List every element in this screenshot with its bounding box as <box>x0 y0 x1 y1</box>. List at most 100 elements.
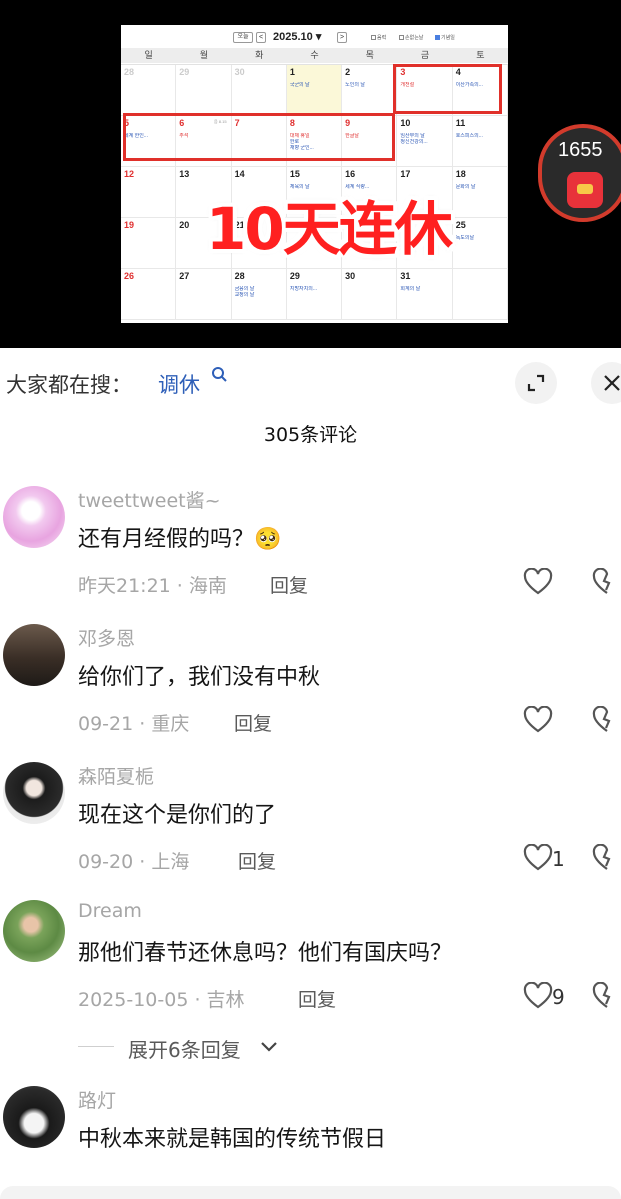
calendar-day-number: 19 <box>124 220 135 230</box>
calendar-event: 정신건강의... <box>400 139 428 145</box>
calendar-image: 오늘 < 2025.10 ▾ > 음력 손없는날 기념일 일월화수목금토 28 2… <box>121 25 508 323</box>
avatar[interactable] <box>3 486 65 548</box>
comment-item: 路灯 中秋本来就是韩国的传统节假日 <box>0 1086 621 1186</box>
calendar-day-number: 30 <box>234 67 245 77</box>
calendar-day-number: 10 <box>400 118 411 128</box>
highlight-box <box>123 113 395 161</box>
calendar-day: 28 <box>121 65 177 116</box>
video-player[interactable]: 오늘 < 2025.10 ▾ > 음력 손없는날 기념일 일월화수목금토 28 2… <box>0 0 621 348</box>
calendar-option: 기념일 <box>435 34 455 41</box>
calendar-weekday: 금 <box>420 50 430 60</box>
broken-heart-icon <box>592 567 611 594</box>
calendar-day-number: 29 <box>289 271 300 281</box>
dislike-button[interactable] <box>592 567 621 600</box>
comment-author[interactable]: Dream <box>78 900 142 922</box>
calendar-prev: < <box>256 32 266 43</box>
avatar[interactable] <box>3 900 65 962</box>
comment-item: 森陌夏栀 现在这个是你们的了 09-20 · 上海 回复 1 <box>0 762 621 892</box>
search-suggestion-link[interactable]: 调休 <box>158 369 200 399</box>
calendar-event: 회계의 날 <box>400 286 421 292</box>
calendar-day: 12 <box>121 167 177 218</box>
calendar-day: 10 임산부의 날 정신건강의... <box>397 116 453 167</box>
comment-meta: 2025-10-05 · 吉林 <box>78 989 245 1011</box>
calendar-day: 26 <box>121 269 177 320</box>
like-button[interactable] <box>508 706 568 738</box>
overlay-caption: 10天连休 <box>206 195 453 263</box>
calendar-weekday-header: 일월화수목금토 <box>121 48 508 63</box>
calendar-day: 18 문화의 날 <box>452 167 508 218</box>
like-button[interactable] <box>508 568 568 600</box>
comment-author[interactable]: 森陌夏栀 <box>78 762 154 789</box>
calendar-weekday: 목 <box>365 50 374 60</box>
broken-heart-icon <box>592 705 611 732</box>
expand-icon <box>527 374 545 392</box>
calendar-event: 호스피스의... <box>455 133 483 139</box>
comment-item: 邓多恩 给你们了，我们没有中秋 09-21 · 重庆 回复 <box>0 624 621 754</box>
expand-button[interactable] <box>515 362 557 404</box>
calendar-day: 29 지방자치의... <box>286 269 343 320</box>
comment-text: 给你们了，我们没有中秋 <box>78 665 321 690</box>
heart-icon <box>523 706 553 733</box>
like-count: 1 <box>552 847 565 871</box>
calendar-event: 지방자치의... <box>289 286 318 292</box>
calendar-event: 교정의 날 <box>234 292 255 298</box>
comment-author[interactable]: tweettweet酱~ <box>78 486 221 513</box>
calendar-day: 2 노인의 날 <box>342 65 398 116</box>
calendar-next: > <box>337 32 347 43</box>
like-button[interactable]: 1 <box>508 844 568 876</box>
calendar-weekday: 월 <box>199 50 209 60</box>
calendar-day-number: 17 <box>400 169 411 179</box>
avatar[interactable] <box>3 1086 65 1148</box>
dislike-button[interactable] <box>592 981 621 1014</box>
comment-item: Dream 那他们春节还休息吗？他们有国庆吗？ 2025-10-05 · 吉林 … <box>0 900 621 1030</box>
highlight-box <box>393 64 502 114</box>
close-button[interactable] <box>591 362 621 404</box>
reply-button[interactable]: 回复 <box>238 847 276 874</box>
avatar[interactable] <box>3 762 65 824</box>
heart-icon <box>523 844 553 871</box>
red-packet-widget[interactable]: 1655 <box>538 124 621 222</box>
dislike-button[interactable] <box>592 705 621 738</box>
comment-text: 还有月经假的吗？🥺 <box>78 527 282 552</box>
comment-text: 现在这个是你们的了 <box>78 803 277 828</box>
calendar-day-number: 26 <box>124 271 135 281</box>
reply-button[interactable]: 回复 <box>298 985 336 1012</box>
calendar-day: 29 <box>176 65 232 116</box>
calendar-today-button: 오늘 <box>233 32 253 43</box>
red-packet-icon <box>567 172 603 208</box>
like-button[interactable]: 9 <box>508 982 568 1014</box>
reply-button[interactable]: 回复 <box>270 571 308 598</box>
comment-text: 那他们春节还休息吗？他们有国庆吗？ <box>78 941 453 966</box>
comment-input-bar[interactable] <box>0 1186 621 1199</box>
calendar-day: 28 금융의 날 교정의 날 <box>231 269 287 320</box>
calendar-weekday: 수 <box>310 50 319 60</box>
avatar[interactable] <box>3 624 65 686</box>
calendar-day-number: 30 <box>345 271 356 281</box>
comment-meta: 09-21 · 重庆 <box>78 713 190 735</box>
calendar-day-number: 31 <box>400 271 411 281</box>
calendar-day: 19 <box>121 218 177 269</box>
chevron-down-icon <box>261 1042 277 1052</box>
calendar-day: 25 독도의날 <box>452 218 508 269</box>
calendar-month: 2025.10 ▾ <box>273 31 322 43</box>
calendar-event: 노인의 날 <box>345 82 365 88</box>
broken-heart-icon <box>592 843 611 870</box>
heart-icon <box>523 568 553 595</box>
calendar-day-number: 28 <box>124 67 135 77</box>
comment-meta: 昨天21:21 · 海南 <box>78 575 227 597</box>
calendar-day: 30 <box>231 65 287 116</box>
like-count: 9 <box>552 985 565 1009</box>
calendar-day: 1 국군의 날 <box>286 65 343 116</box>
calendar-option: 음력 <box>371 34 386 41</box>
comment-author[interactable]: 路灯 <box>78 1086 116 1113</box>
calendar-event: 국군의 날 <box>289 82 310 88</box>
dislike-button[interactable] <box>592 843 621 876</box>
reply-button[interactable]: 回复 <box>234 709 272 736</box>
calendar-day-number: 25 <box>455 220 466 230</box>
calendar-day-number: 11 <box>455 118 466 128</box>
calendar-day-number: 27 <box>179 271 190 281</box>
calendar-day: 27 <box>176 269 232 320</box>
calendar-day-number: 12 <box>124 169 135 179</box>
comment-author[interactable]: 邓多恩 <box>78 624 135 651</box>
comment-text: 中秋本来就是韩国的传统节假日 <box>78 1127 387 1152</box>
